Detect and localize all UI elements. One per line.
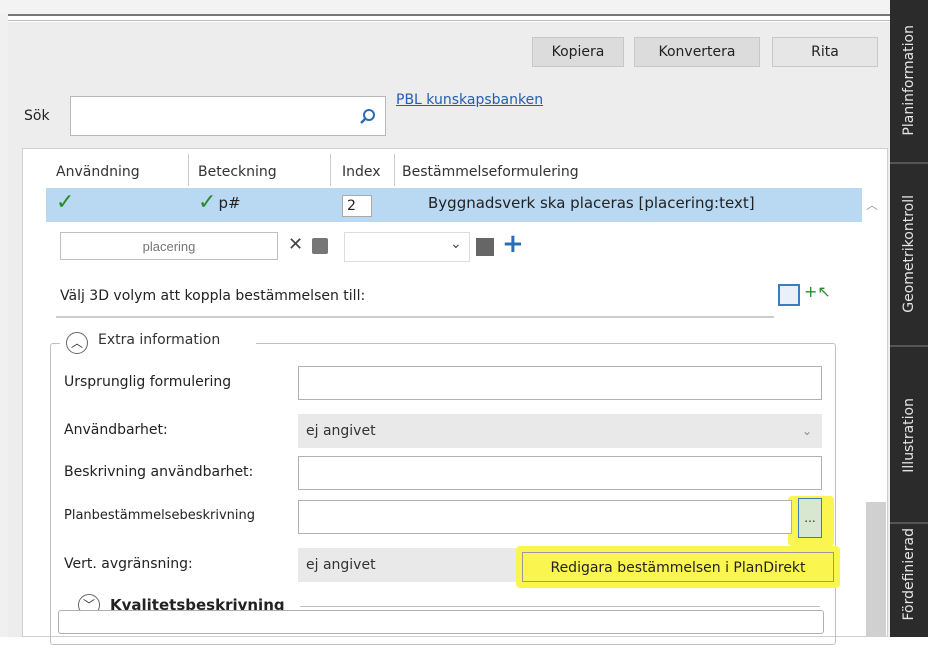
beteckning-cell: ✓ p# (198, 190, 241, 215)
tab-separator (890, 162, 928, 164)
save-icon[interactable] (312, 238, 328, 254)
search-icon[interactable] (358, 107, 378, 127)
kvalitetsbeskrivning-field[interactable] (58, 610, 824, 634)
anvandbarhet-value: ej angivet (306, 423, 376, 439)
vert-value: ej angivet (306, 557, 376, 573)
konvertera-button[interactable]: Konvertera (634, 37, 760, 67)
add-icon[interactable]: + (502, 230, 524, 258)
check-icon: ✓ (198, 190, 217, 215)
tab-geometrikontroll[interactable]: Geometrikontroll (890, 166, 928, 342)
placering-input[interactable] (60, 232, 278, 260)
beskrivning-label: Beskrivning användbarhet: (64, 464, 254, 480)
col-separator (394, 154, 395, 186)
edit-plandirekt-button[interactable]: ... (798, 498, 822, 538)
tab-label: Planinformation (901, 24, 917, 136)
volume-icon[interactable] (778, 284, 800, 306)
divider (56, 316, 774, 318)
search-input[interactable] (70, 96, 386, 136)
beteckning-value: p# (218, 193, 241, 212)
group-header-line (258, 343, 818, 344)
top-strip (0, 0, 890, 16)
col-separator (188, 154, 189, 186)
plandirekt-tooltip: Redigara bestämmelsen i PlanDirekt (522, 552, 834, 582)
add-pointer-icon[interactable]: +↖ (804, 282, 831, 301)
pbl-kunskapsbanken-link[interactable]: PBL kunskapsbanken (396, 92, 543, 108)
beskrivning-field[interactable] (298, 456, 822, 490)
check-icon: ✓ (56, 190, 75, 215)
extra-information-title: Extra information (98, 332, 221, 348)
planbest-field[interactable] (298, 500, 792, 534)
scroll-up-icon[interactable]: ︿ (866, 196, 878, 213)
kopiera-button[interactable]: Kopiera (532, 37, 624, 67)
index-field[interactable]: 2 (342, 195, 372, 217)
top-divider (0, 20, 890, 21)
col-header-beteckning[interactable]: Beteckning (198, 158, 277, 186)
col-header-bestammelseformulering[interactable]: Bestämmelseformulering (402, 158, 579, 186)
planbest-label: Planbestämmelsebeskrivning (64, 508, 255, 523)
anvandbarhet-select[interactable]: ej angivet (298, 414, 822, 448)
tab-fordefinierad[interactable]: Fördefinierad (890, 528, 928, 637)
vert-label: Vert. avgränsning: (64, 556, 193, 572)
rita-button[interactable]: Rita (772, 37, 878, 67)
close-icon[interactable]: ✕ (288, 234, 303, 255)
tab-label: Illustration (901, 397, 917, 473)
left-edge (0, 14, 8, 637)
tab-planinformation[interactable]: Planinformation (890, 0, 928, 160)
group-header-line (300, 606, 820, 607)
ursprunglig-label: Ursprunglig formulering (64, 374, 232, 390)
collapse-up-icon[interactable]: ︿ (66, 332, 88, 354)
search-label: Sök (24, 108, 50, 124)
tab-label: Geometrikontroll (901, 195, 917, 313)
chevron-down-icon[interactable]: ⌄ (450, 236, 462, 252)
edit-icon[interactable] (476, 238, 494, 256)
col-header-anvandning[interactable]: Användning (56, 158, 140, 186)
chevron-down-icon[interactable]: ⌄ (802, 424, 812, 438)
col-separator (330, 154, 331, 186)
ursprunglig-field[interactable] (298, 366, 822, 400)
tab-separator (890, 345, 928, 347)
tab-separator (890, 522, 928, 524)
bestammelse-text: Byggnadsverk ska placeras [placering:tex… (428, 194, 755, 212)
scrollbar-thumb[interactable] (866, 502, 886, 637)
col-header-index[interactable]: Index (342, 158, 381, 186)
anvandbarhet-label: Användbarhet: (64, 422, 168, 438)
volym-label: Välj 3D volym att koppla bestämmelsen ti… (60, 288, 366, 304)
tab-label: Fördefinierad (901, 528, 917, 621)
tab-illustration[interactable]: Illustration (890, 350, 928, 520)
vert-select[interactable]: ej angivet (298, 548, 516, 582)
